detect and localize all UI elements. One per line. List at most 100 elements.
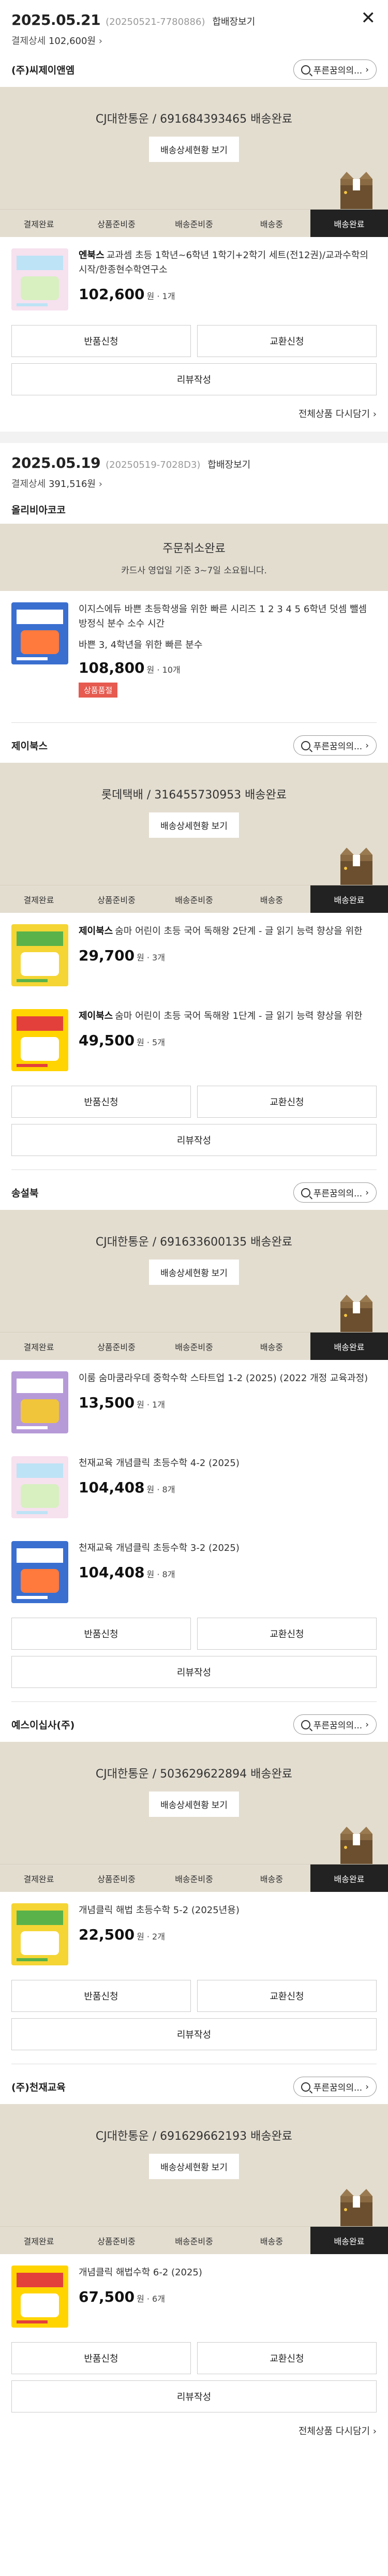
- product-title: 교과셈 초등 1학년~6학년 1학기+2학기 세트(전12권)/교과수학의시작/…: [79, 250, 368, 275]
- reorder-label: 전체상품 다시담기: [298, 2426, 370, 2437]
- shipping-status-panel: CJ대한통운 / 691633600135 배송완료 배송상세현황 보기: [0, 1210, 388, 1332]
- shipping-detail-button[interactable]: 배송상세현황 보기: [149, 1260, 239, 1285]
- chevron-right-icon: ›: [365, 2081, 369, 2092]
- progress-step: 결제완료: [23, 1874, 54, 1884]
- seller-name: 예스이십사(주): [11, 1720, 75, 1731]
- product-price: 29,700 원 · 3개: [79, 947, 377, 964]
- seller-section: 제이북스 푸른꿈의의... › 롯데택배 / 316455730953 배송완료 배송상…: [0, 728, 388, 1156]
- seller-inquiry-button[interactable]: 푸른꿈의의... ›: [293, 1182, 377, 1203]
- product-name[interactable]: 엔북스 교과셈 초등 1학년~6학년 1학기+2학기 세트(전12권)/교과수학의…: [79, 248, 377, 277]
- payment-detail-link[interactable]: 결제상세 102,600원 ›: [11, 34, 377, 47]
- exchange-request-button[interactable]: 교환신청: [197, 1980, 377, 2012]
- combined-shipping-link[interactable]: 합배장보기: [207, 457, 250, 471]
- seller-name: 올리비아코코: [11, 505, 66, 516]
- progress-step: 배송중: [260, 2236, 283, 2246]
- close-icon[interactable]: ✕: [361, 9, 376, 27]
- return-request-button[interactable]: 반품신청: [11, 1980, 191, 2012]
- seller-section: (주)씨제이앤엠 푸른꿈의의... › CJ대한통운 / 691684393465 배…: [0, 52, 388, 395]
- write-review-button[interactable]: 리뷰작성: [11, 1124, 377, 1156]
- exchange-request-button[interactable]: 교환신청: [197, 1086, 377, 1118]
- seller-inquiry-button[interactable]: 푸른꿈의의... ›: [293, 2077, 377, 2097]
- order-number: (20250521-7780886): [106, 17, 205, 27]
- payment-amount: 391,516원: [48, 479, 96, 490]
- chevron-right-icon: ›: [95, 36, 102, 47]
- price-quantity: 원 · 3개: [137, 953, 165, 963]
- progress-step: 상품준비중: [97, 895, 136, 905]
- action-buttons: 반품신청 교환신청: [0, 1980, 388, 2012]
- product-name[interactable]: 제이북스 숨마 어린이 초등 국어 독해왕 1단계 - 글 읽기 능력 향상을 위…: [79, 1009, 377, 1024]
- progress-step: 배송중: [260, 1874, 283, 1884]
- product-name[interactable]: 이지스에듀 바쁜 초등학생을 위한 빠른 시리즈 1 2 3 4 5 6학년 덧…: [79, 602, 377, 631]
- delivery-progress-steps: 결제완료 상품준비중 배송준비중 배송중 배송완료: [0, 1864, 388, 1892]
- order-item: 천재교육 개념클릭 초등수학 4-2 (2025) 104,408 원 · 8개: [0, 1445, 388, 1530]
- order-date: 2025.05.21: [11, 11, 101, 28]
- order-item: 이룸 숨마쿰라우데 중학수학 스타트업 1-2 (2025) (2022 개정 …: [0, 1360, 388, 1445]
- return-request-button[interactable]: 반품신청: [11, 1086, 191, 1118]
- payment-detail-link[interactable]: 결제상세 391,516원 ›: [11, 477, 377, 490]
- delivered-box-icon: [338, 1827, 375, 1864]
- product-name[interactable]: 개념클릭 해법 초등수학 5-2 (2025년용): [79, 1903, 377, 1918]
- progress-step: 결제완료: [23, 219, 54, 229]
- product-thumbnail[interactable]: [11, 1456, 68, 1518]
- product-thumbnail[interactable]: [11, 1903, 68, 1965]
- write-review-button[interactable]: 리뷰작성: [11, 2018, 377, 2050]
- shipping-detail-button[interactable]: 배송상세현황 보기: [149, 2154, 239, 2179]
- price-quantity: 원 · 8개: [146, 1570, 175, 1579]
- section-divider: [11, 722, 377, 723]
- combined-shipping-link[interactable]: 합배장보기: [212, 14, 255, 28]
- seller-name: (주)씨제이앤엠: [11, 65, 75, 76]
- product-thumbnail[interactable]: [11, 248, 68, 310]
- progress-step: 배송중: [260, 895, 283, 905]
- price-value: 29,700: [79, 947, 135, 964]
- delivery-progress-steps: 결제완료 상품준비중 배송준비중 배송중 배송완료: [0, 2226, 388, 2254]
- seller-inquiry-button[interactable]: 푸른꿈의의... ›: [293, 1714, 377, 1735]
- reorder-label: 전체상품 다시담기: [298, 409, 370, 420]
- exchange-request-button[interactable]: 교환신청: [197, 2342, 377, 2374]
- product-thumbnail[interactable]: [11, 2266, 68, 2328]
- product-name[interactable]: 천재교육 개념클릭 초등수학 4-2 (2025): [79, 1456, 377, 1471]
- shipping-detail-button[interactable]: 배송상세현황 보기: [149, 812, 239, 838]
- action-buttons: 반품신청 교환신청: [0, 325, 388, 357]
- order-group: 2025.05.19 (20250519-7028D3) 합배장보기결제상세 391…: [0, 443, 388, 2449]
- write-review-button[interactable]: 리뷰작성: [11, 1656, 377, 1688]
- order-item: 제이북스 숨마 어린이 초등 국어 독해왕 1단계 - 글 읽기 능력 향상을 위…: [0, 998, 388, 1083]
- search-icon: [301, 1188, 310, 1197]
- product-name[interactable]: 이룸 숨마쿰라우데 중학수학 스타트업 1-2 (2025) (2022 개정 …: [79, 1371, 377, 1386]
- product-brand: 제이북스: [79, 1011, 113, 1021]
- order-date-row: 2025.05.19 (20250519-7028D3) 합배장보기: [11, 454, 377, 471]
- product-name[interactable]: 제이북스 숨마 어린이 초등 국어 독해왕 2단계 - 글 읽기 능력 향상을 위…: [79, 924, 377, 939]
- write-review-button[interactable]: 리뷰작성: [11, 363, 377, 395]
- progress-step: 상품준비중: [97, 1874, 136, 1884]
- price-value: 102,600: [79, 286, 145, 303]
- product-thumbnail[interactable]: [11, 1009, 68, 1071]
- progress-step: 배송준비중: [175, 1874, 213, 1884]
- exchange-request-button[interactable]: 교환신청: [197, 325, 377, 357]
- reorder-all-link[interactable]: 전체상품 다시담기 ›: [0, 2412, 388, 2449]
- return-request-button[interactable]: 반품신청: [11, 1618, 191, 1650]
- product-price: 22,500 원 · 2개: [79, 1926, 377, 1943]
- seller-inquiry-button[interactable]: 푸른꿈의의... ›: [293, 60, 377, 80]
- price-quantity: 원 · 5개: [137, 1038, 165, 1047]
- product-name[interactable]: 천재교육 개념클릭 초등수학 3-2 (2025): [79, 1541, 377, 1556]
- product-thumbnail[interactable]: [11, 1371, 68, 1433]
- chevron-right-icon: ›: [365, 1187, 369, 1198]
- product-thumbnail[interactable]: [11, 602, 68, 664]
- product-price: 49,500 원 · 5개: [79, 1032, 377, 1049]
- product-title: 숨마 어린이 초등 국어 독해왕 2단계 - 글 읽기 능력 향상을 위한: [115, 926, 363, 937]
- price-value: 67,500: [79, 2288, 135, 2305]
- product-name[interactable]: 개념클릭 해법수학 6-2 (2025): [79, 2266, 377, 2280]
- reorder-all-link[interactable]: 전체상품 다시담기 ›: [0, 395, 388, 432]
- shipping-detail-button[interactable]: 배송상세현황 보기: [149, 1792, 239, 1817]
- product-info: 엔북스 교과셈 초등 1학년~6학년 1학기+2학기 세트(전12권)/교과수학의…: [79, 248, 377, 310]
- progress-step: 배송중: [260, 1342, 283, 1352]
- return-request-button[interactable]: 반품신청: [11, 2342, 191, 2374]
- product-thumbnail[interactable]: [11, 924, 68, 986]
- write-review-button[interactable]: 리뷰작성: [11, 2380, 377, 2412]
- seller-inquiry-button[interactable]: 푸른꿈의의... ›: [293, 735, 377, 756]
- product-thumbnail[interactable]: [11, 1541, 68, 1603]
- shipping-detail-button[interactable]: 배송상세현황 보기: [149, 137, 239, 162]
- chevron-right-icon: ›: [370, 409, 377, 420]
- exchange-request-button[interactable]: 교환신청: [197, 1618, 377, 1650]
- return-request-button[interactable]: 반품신청: [11, 325, 191, 357]
- order-item: 개념클릭 해법 초등수학 5-2 (2025년용) 22,500 원 · 2개: [0, 1892, 388, 1977]
